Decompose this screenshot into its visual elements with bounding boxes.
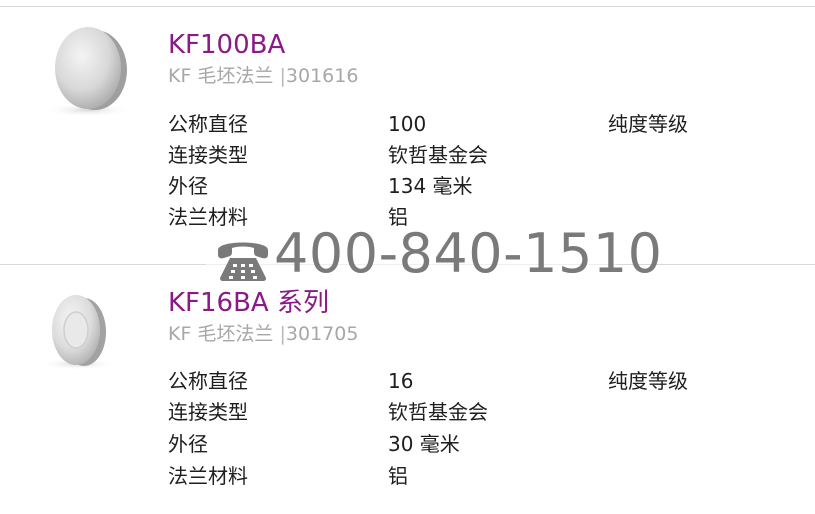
spec-label-purity: 纯度等级 [608, 112, 688, 136]
spec-label-flange-material: 法兰材料 [168, 464, 248, 488]
product-category: KF 毛坯法兰 [168, 65, 274, 87]
product-subtitle: KF 毛坯法兰 |301705 [168, 322, 358, 346]
spec-label-connection-type: 连接类型 [168, 143, 248, 167]
spec-label-nominal-diameter: 公称直径 [168, 112, 248, 136]
spec-value-connection-type: 钦哲基金会 [388, 400, 488, 424]
spec-label-outer-diameter: 外径 [168, 174, 208, 198]
top-divider [0, 6, 815, 7]
product-thumbnail[interactable] [18, 278, 144, 388]
spec-value-connection-type: 钦哲基金会 [388, 143, 488, 167]
spec-value-outer-diameter: 134 毫米 [388, 174, 473, 198]
part-number: 301616 [285, 65, 359, 87]
product-title[interactable]: KF100BA [168, 28, 285, 62]
spec-label-connection-type: 连接类型 [168, 400, 248, 424]
spec-value-flange-material: 铝 [388, 464, 408, 488]
spec-label-outer-diameter: 外径 [168, 432, 208, 456]
product-title[interactable]: KF16BA 系列 [168, 286, 329, 320]
telephone-icon [214, 234, 272, 286]
spec-value-nominal-diameter: 100 [388, 112, 427, 136]
product-category: KF 毛坯法兰 [168, 323, 274, 345]
product-thumbnail[interactable] [18, 14, 144, 124]
spec-value-nominal-diameter: 16 [388, 369, 414, 393]
spec-label-nominal-diameter: 公称直径 [168, 369, 248, 393]
product-subtitle: KF 毛坯法兰 |301616 [168, 64, 358, 88]
phone-number: 400-840-1510 [274, 222, 663, 285]
phone-watermark: 400-840-1510 [206, 222, 662, 290]
spec-value-outer-diameter: 30 毫米 [388, 432, 460, 456]
spec-label-purity: 纯度等级 [608, 369, 688, 393]
part-number: 301705 [285, 323, 359, 345]
